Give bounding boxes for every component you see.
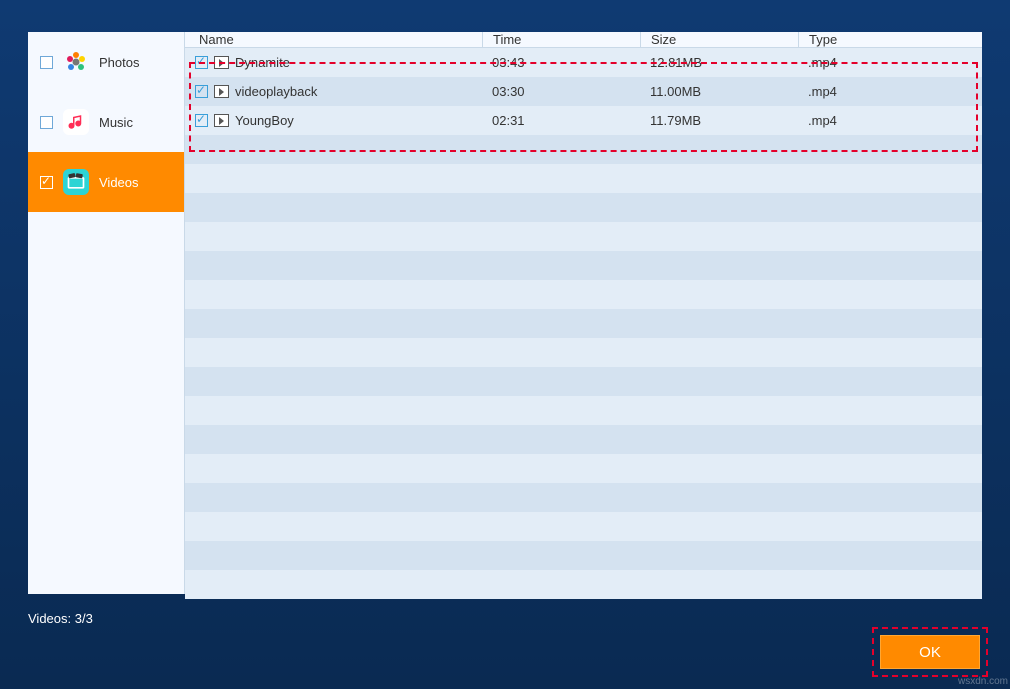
- table-row-empty: [185, 164, 982, 193]
- checkbox-music[interactable]: [40, 116, 53, 129]
- video-file-icon: [214, 114, 229, 127]
- table-row-empty: [185, 280, 982, 309]
- table-row-empty: [185, 222, 982, 251]
- col-size[interactable]: Size: [640, 32, 798, 47]
- table-row-empty: [185, 541, 982, 570]
- table-row-empty: [185, 396, 982, 425]
- table-row-empty: [185, 454, 982, 483]
- sidebar-item-label: Videos: [99, 175, 139, 190]
- table-row[interactable]: Dynamite 03:4312.81MB.mp4: [185, 48, 982, 77]
- sidebar: Photos Music Videos: [28, 32, 184, 594]
- sidebar-item-music[interactable]: Music: [28, 92, 184, 152]
- cell-time: 03:43: [482, 55, 640, 70]
- table-row[interactable]: videoplayback 03:3011.00MB.mp4: [185, 77, 982, 106]
- cell-type: .mp4: [798, 84, 982, 99]
- table-row-empty: [185, 367, 982, 396]
- table-row-empty: [185, 309, 982, 338]
- sidebar-item-videos[interactable]: Videos: [28, 152, 184, 212]
- cell-name: Dynamite: [235, 55, 290, 70]
- table-row[interactable]: YoungBoy 02:3111.79MB.mp4: [185, 106, 982, 135]
- video-file-icon: [214, 85, 229, 98]
- row-checkbox[interactable]: [195, 56, 208, 69]
- file-list: Name Time Size Type Dynamite 03:4312.81MB…: [184, 32, 982, 594]
- cell-name: YoungBoy: [235, 113, 294, 128]
- sidebar-item-label: Music: [99, 115, 133, 130]
- cell-time: 02:31: [482, 113, 640, 128]
- cell-name: videoplayback: [235, 84, 317, 99]
- table-row-empty: [185, 570, 982, 599]
- cell-time: 03:30: [482, 84, 640, 99]
- row-checkbox[interactable]: [195, 114, 208, 127]
- table-row-empty: [185, 135, 982, 164]
- videos-icon: [63, 169, 89, 195]
- sidebar-item-label: Photos: [99, 55, 139, 70]
- cell-size: 11.00MB: [640, 84, 798, 99]
- sidebar-item-photos[interactable]: Photos: [28, 32, 184, 92]
- content-panel: Photos Music Videos Name Time Size Type …: [28, 32, 982, 594]
- video-file-icon: [214, 56, 229, 69]
- table-header: Name Time Size Type: [185, 32, 982, 48]
- cell-size: 12.81MB: [640, 55, 798, 70]
- cell-type: .mp4: [798, 113, 982, 128]
- table-body: Dynamite03:4312.81MB.mp4videoplayback03:…: [185, 48, 982, 599]
- photos-icon: [63, 49, 89, 75]
- cell-size: 11.79MB: [640, 113, 798, 128]
- col-type[interactable]: Type: [798, 32, 982, 47]
- music-icon: [63, 109, 89, 135]
- table-row-empty: [185, 483, 982, 512]
- watermark: wsxdn.com: [958, 676, 1008, 687]
- checkbox-videos[interactable]: [40, 176, 53, 189]
- table-row-empty: [185, 425, 982, 454]
- checkbox-photos[interactable]: [40, 56, 53, 69]
- table-row-empty: [185, 193, 982, 222]
- col-name[interactable]: Name: [185, 32, 482, 47]
- col-time[interactable]: Time: [482, 32, 640, 47]
- table-row-empty: [185, 338, 982, 367]
- table-row-empty: [185, 512, 982, 541]
- status-text: Videos: 3/3: [28, 611, 93, 626]
- row-checkbox[interactable]: [195, 85, 208, 98]
- table-row-empty: [185, 251, 982, 280]
- ok-button[interactable]: OK: [880, 635, 980, 669]
- cell-type: .mp4: [798, 55, 982, 70]
